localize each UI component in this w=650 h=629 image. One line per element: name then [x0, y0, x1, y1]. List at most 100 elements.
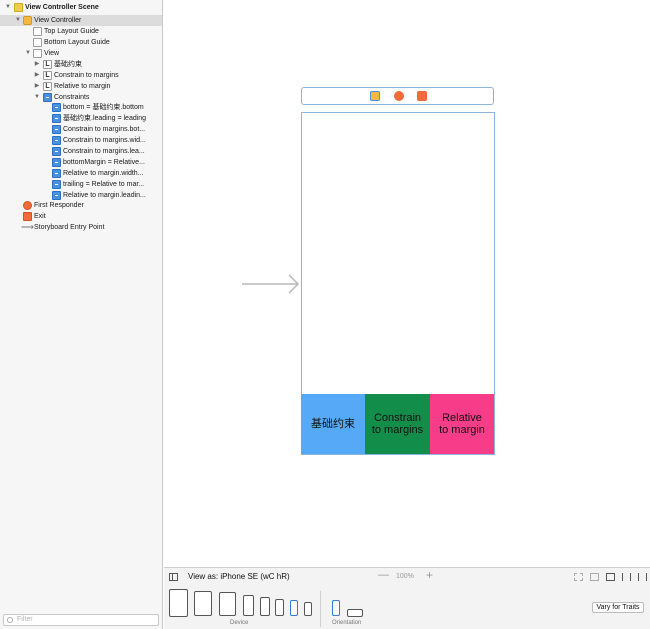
outline-row[interactable]: First Responder	[0, 200, 162, 211]
filter-placeholder: Filter	[17, 616, 33, 623]
scene-dock	[301, 87, 494, 105]
filter-icon	[7, 617, 13, 623]
outline-row[interactable]: Constrain to margins.wid...	[0, 135, 162, 146]
resolve-issues-icon[interactable]	[638, 573, 647, 581]
outline-row[interactable]: trailing = Relative to mar...	[0, 179, 162, 190]
outline-row-label: Relative to margin	[54, 83, 111, 90]
outline-toggle-icon[interactable]	[169, 573, 178, 581]
constraint-icon	[52, 169, 61, 178]
exit-icon	[23, 212, 32, 221]
outline-row[interactable]: 基础约束.leading = leading	[0, 113, 162, 124]
constraint-icon	[52, 114, 61, 123]
first-responder-icon[interactable]	[394, 91, 404, 101]
device-ipad-icon[interactable]	[219, 592, 236, 616]
view-icon	[33, 49, 42, 58]
device-label: Device	[230, 620, 249, 626]
exit-icon[interactable]	[417, 91, 427, 101]
outline-row-label: 基础约束	[54, 61, 82, 68]
pin-icon[interactable]	[622, 573, 631, 581]
outline-row-label: Exit	[34, 213, 46, 220]
label-relative-to-margin[interactable]: Relative to margin	[430, 394, 494, 454]
zoom-out-button[interactable]: —	[378, 569, 389, 581]
view-as-label[interactable]: View as: iPhone SE (wC hR)	[188, 572, 290, 581]
constraint-icon	[52, 158, 61, 167]
scene-icon	[14, 3, 23, 12]
embed-stack-icon[interactable]	[590, 573, 599, 581]
label-icon: L	[43, 71, 52, 80]
device-iphone-plus-icon[interactable]	[243, 595, 254, 616]
outline-row[interactable]: ▶ L Constrain to margins	[0, 70, 162, 81]
label-basic-constraints-text: 基础约束	[311, 418, 355, 430]
view-controller-icon	[23, 16, 32, 25]
disclosure-collapsed-icon[interactable]: ▶	[33, 70, 41, 81]
outline-row-label: First Responder	[34, 202, 84, 209]
device-iphone-4s-icon[interactable]	[304, 602, 312, 616]
update-frames-icon[interactable]	[574, 573, 583, 581]
outline-row-label: View	[44, 50, 60, 57]
outline-row-label: View Controller Scene	[25, 4, 99, 11]
zoom-level: 100%	[396, 573, 414, 580]
outline-row[interactable]: bottom = 基础约束.bottom	[0, 102, 162, 113]
disclosure-collapsed-icon[interactable]: ▶	[33, 81, 41, 92]
constraints-icon	[43, 93, 52, 102]
outline-row-label: bottomMargin = Relative...	[63, 159, 145, 166]
device-ipad-pro-large-icon[interactable]	[169, 589, 188, 617]
disclosure-expanded-icon[interactable]: ▼	[24, 48, 32, 59]
disclosure-expanded-icon[interactable]: ▼	[4, 2, 12, 13]
canvas-bottom-bar: View as: iPhone SE (wC hR) — 100% +	[164, 567, 650, 586]
outline-row-label: Bottom Layout Guide	[44, 39, 110, 46]
outline-row-label: Relative to margin.width...	[63, 170, 144, 177]
constraint-icon	[52, 103, 61, 112]
label-constrain-to-margins-text: Constrain to margins	[371, 412, 424, 436]
device-iphone-small-icon[interactable]	[275, 599, 284, 616]
outline-row-label: trailing = Relative to mar...	[63, 181, 145, 188]
outline-row[interactable]: Constrain to margins.lea...	[0, 146, 162, 157]
device-configuration-bar: Device Orientation Vary for Traits	[164, 586, 650, 629]
view-controller-icon[interactable]	[370, 91, 380, 101]
outline-row-label: Constrain to margins.lea...	[63, 148, 145, 155]
outline-row[interactable]: ▼ View Controller	[0, 15, 162, 26]
outline-row[interactable]: Top Layout Guide	[0, 26, 162, 37]
disclosure-expanded-icon[interactable]: ▼	[14, 15, 22, 26]
disclosure-collapsed-icon[interactable]: ▶	[33, 59, 41, 70]
outline-row[interactable]: Exit	[0, 211, 162, 222]
first-responder-icon	[23, 201, 32, 210]
outline-row[interactable]: Relative to margin.width...	[0, 168, 162, 179]
outline-row[interactable]: ▶ L Relative to margin	[0, 81, 162, 92]
filter-input[interactable]: Filter	[3, 614, 159, 626]
outline-row[interactable]: ▼ View Controller Scene	[0, 2, 162, 13]
outline-row[interactable]: bottomMargin = Relative...	[0, 157, 162, 168]
align-icon[interactable]	[606, 573, 615, 581]
label-basic-constraints[interactable]: 基础约束	[301, 394, 365, 454]
device-iphone-icon[interactable]	[260, 597, 270, 616]
orientation-portrait-icon[interactable]	[332, 600, 340, 616]
outline-row-label: 基础约束.leading = leading	[63, 115, 147, 122]
outline-row-label: Top Layout Guide	[44, 28, 99, 35]
outline-row-label: Constrain to margins	[54, 72, 119, 79]
constraint-icon	[52, 147, 61, 156]
constraint-icon	[52, 136, 61, 145]
outline-row[interactable]: ⟶ Storyboard Entry Point	[0, 222, 162, 233]
layout-guide-icon	[33, 38, 42, 47]
entry-point-arrow-icon[interactable]	[242, 273, 302, 295]
device-iphone-se-icon[interactable]	[290, 600, 298, 616]
constraint-icon	[52, 180, 61, 189]
vary-for-traits-button[interactable]: Vary for Traits	[592, 602, 644, 613]
constraint-icon	[52, 191, 61, 200]
outline-row-label: View Controller	[34, 17, 82, 24]
orientation-landscape-icon[interactable]	[347, 609, 363, 617]
outline-row[interactable]: Bottom Layout Guide	[0, 37, 162, 48]
label-constrain-to-margins[interactable]: Constrain to margins	[365, 394, 430, 454]
constraint-icon	[52, 125, 61, 134]
outline-row-label: Storyboard Entry Point	[34, 224, 105, 231]
device-ipad-pro-icon[interactable]	[194, 591, 212, 616]
outline-row[interactable]: ▶ L 基础约束	[0, 59, 162, 70]
outline-row-label: Constrain to margins.bot...	[63, 126, 146, 133]
entry-arrow-icon: ⟶	[21, 222, 34, 232]
outline-row[interactable]: Constrain to margins.bot...	[0, 124, 162, 135]
document-outline: ▼ View Controller Scene ▼ View Controller To…	[0, 0, 163, 629]
outline-row[interactable]: ▼ View	[0, 48, 162, 59]
orientation-label: Orientation	[332, 620, 362, 626]
zoom-in-button[interactable]: +	[426, 568, 433, 582]
label-icon: L	[43, 82, 52, 91]
